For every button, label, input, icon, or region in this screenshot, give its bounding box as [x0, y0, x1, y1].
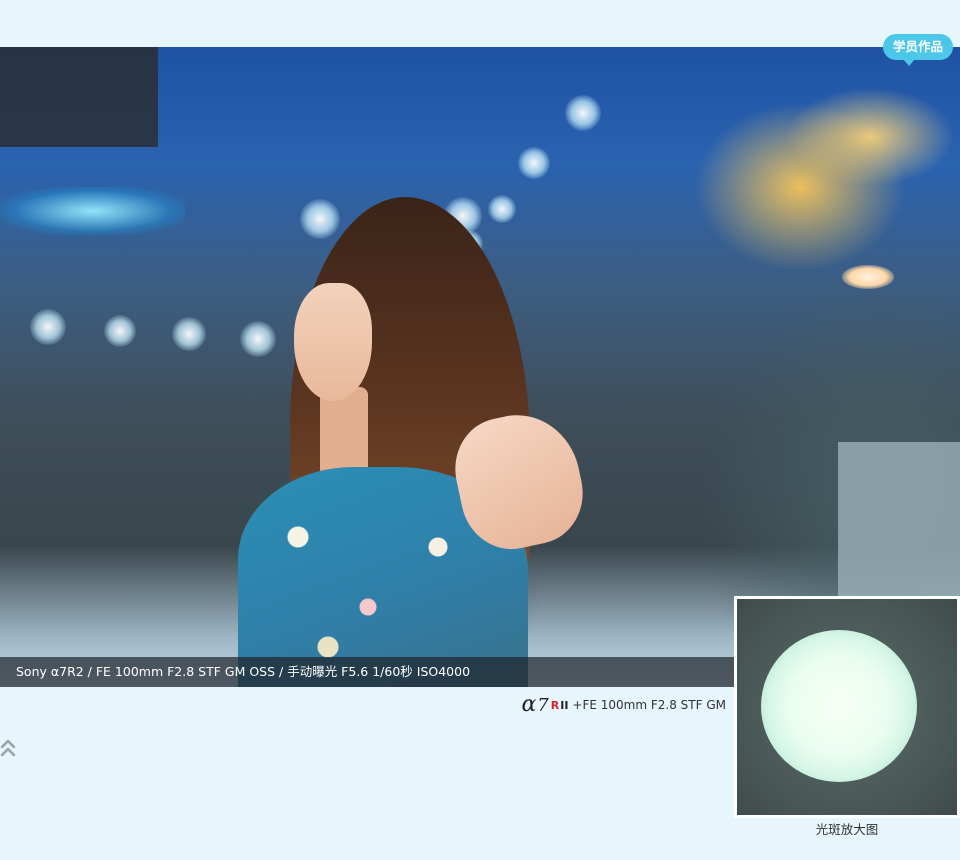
alpha-model-r: R	[550, 698, 560, 712]
bokeh-light	[518, 147, 550, 179]
photo-exif-caption: Sony α7R2 / FE 100mm F2.8 STF GM OSS / 手…	[0, 657, 734, 687]
camera-lens-label: α 7 R II +FE 100mm F2.8 STF GM	[514, 692, 726, 718]
bokeh-light	[300, 199, 340, 239]
background-neon-sign	[0, 187, 185, 235]
bokeh-light	[565, 95, 601, 131]
bokeh-closeup-inset	[734, 596, 960, 818]
bokeh-closeup-caption: 光斑放大图	[815, 822, 879, 837]
student-work-badge: 学员作品	[883, 34, 954, 66]
model-face	[294, 283, 372, 401]
alpha-logo: α	[521, 692, 537, 717]
bokeh-light	[30, 309, 66, 345]
background-dark-block	[0, 47, 158, 147]
photo-exif-caption-text: Sony α7R2 / FE 100mm F2.8 STF GM OSS / 手…	[16, 664, 471, 679]
double-chevron-up-icon[interactable]	[0, 736, 16, 762]
student-work-badge-label: 学员作品	[893, 39, 944, 54]
alpha-model-number: 7	[537, 694, 549, 716]
portrait-photo	[0, 47, 960, 687]
bokeh-light	[172, 317, 206, 351]
bokeh-light	[104, 315, 136, 347]
ceiling-lamp	[842, 265, 894, 289]
bokeh-closeup-image	[737, 599, 957, 815]
background-window	[838, 442, 960, 602]
bokeh-light	[240, 321, 276, 357]
alpha-model-ii: II	[560, 698, 569, 712]
bokeh-light	[488, 195, 516, 223]
lens-name: +FE 100mm F2.8 STF GM	[572, 698, 726, 712]
bokeh-closeup-orb	[761, 630, 917, 782]
